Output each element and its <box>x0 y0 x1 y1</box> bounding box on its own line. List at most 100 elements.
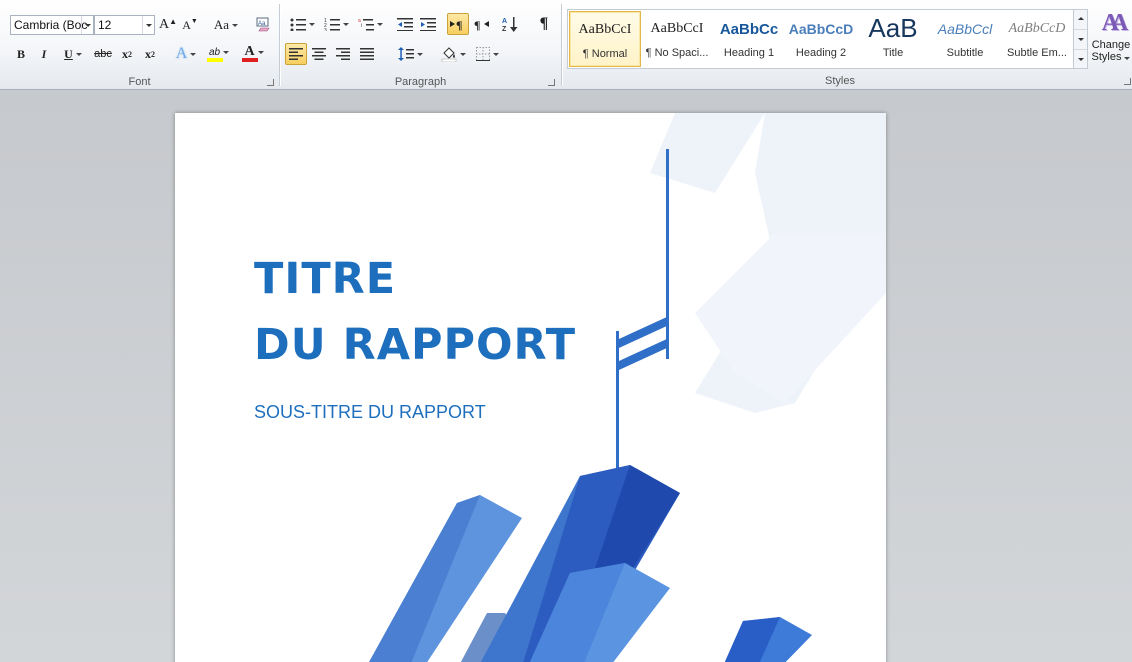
grow-font-icon: A <box>158 17 170 32</box>
style-name: ¶ Normal <box>582 48 628 60</box>
strikethrough-button[interactable]: abc <box>91 43 115 65</box>
gallery-scroll-up[interactable] <box>1074 10 1087 30</box>
style-no-spacing[interactable]: AaBbCcI ¶ No Spaci... <box>641 11 713 67</box>
bold-button[interactable]: B <box>11 43 31 65</box>
style-preview: AaBbCcI <box>578 22 632 37</box>
style-preview: AaBbCcl <box>937 21 993 37</box>
rtl-direction-button[interactable]: ¶ <box>470 13 492 35</box>
chevron-down-icon[interactable] <box>142 16 154 34</box>
style-title[interactable]: AaB Title <box>857 11 929 67</box>
change-styles-button[interactable]: AA Change Styles <box>1090 8 1132 72</box>
decrease-indent-button[interactable] <box>394 13 416 35</box>
svg-text:3: 3 <box>324 28 327 31</box>
font-size-value: 12 <box>98 18 112 32</box>
font-family-combo[interactable]: Cambria (Boc <box>10 15 94 35</box>
style-normal[interactable]: AaBbCcI ¶ Normal <box>569 11 641 67</box>
highlight-button[interactable]: ab <box>203 43 235 65</box>
cover-graphic <box>369 113 886 662</box>
change-styles-icon: AA <box>1101 10 1129 36</box>
line-spacing-button[interactable] <box>395 43 425 65</box>
change-case-icon: Aa <box>213 17 230 32</box>
styles-dialog-launcher[interactable] <box>1124 78 1131 85</box>
justify-icon <box>360 48 374 60</box>
style-preview: AaBbCcD <box>788 21 854 37</box>
highlight-icon: ab <box>208 46 221 58</box>
document-title-line1[interactable]: TITRE <box>254 254 396 304</box>
svg-text:¶: ¶ <box>456 18 462 31</box>
document-title-line2[interactable]: DU RAPPORT <box>254 320 576 370</box>
subscript-button[interactable]: x2 <box>117 43 137 65</box>
svg-text:A: A <box>502 18 507 25</box>
multilevel-list-button[interactable]: a i <box>354 13 386 35</box>
paragraph-dialog-launcher[interactable] <box>548 79 555 86</box>
bullets-button[interactable] <box>286 13 318 35</box>
font-family-value: Cambria (Boc <box>14 18 88 32</box>
align-right-icon <box>336 48 350 60</box>
italic-button[interactable]: I <box>34 43 54 65</box>
style-subtitle[interactable]: AaBbCcl Subtitle <box>929 11 1001 67</box>
style-heading-1[interactable]: AaBbCc Heading 1 <box>713 11 785 67</box>
borders-button[interactable] <box>471 43 503 65</box>
change-styles-label: Change <box>1091 39 1131 51</box>
bold-icon: B <box>16 46 25 61</box>
font-group-label: Font <box>128 76 151 88</box>
shrink-font-icon: A <box>182 17 191 32</box>
style-subtle-emphasis[interactable]: AaBbCcD Subtle Em... <box>1001 11 1073 67</box>
sort-button[interactable]: A Z <box>499 13 521 35</box>
shading-button[interactable] <box>437 43 469 65</box>
gallery-scroll-down[interactable] <box>1074 30 1087 50</box>
ribbon-home: Cambria (Boc 12 A ▲ A ▼ Aa Aa B I U abc … <box>0 0 1132 90</box>
shrink-font-button[interactable]: A ▼ <box>180 14 200 36</box>
svg-text:Z: Z <box>502 26 507 32</box>
styles-group-label: Styles <box>825 75 855 87</box>
numbering-icon: 1 2 3 <box>324 18 340 31</box>
svg-text:i: i <box>361 23 362 29</box>
highlight-color-swatch <box>207 57 223 62</box>
font-group: Cambria (Boc 12 A ▲ A ▼ Aa Aa B I U abc … <box>0 0 279 90</box>
font-color-button[interactable]: A <box>238 43 270 65</box>
line-spacing-icon <box>397 47 414 61</box>
strikethrough-icon: abc <box>94 48 112 60</box>
paragraph-group-label: Paragraph <box>394 76 447 88</box>
align-center-button[interactable] <box>308 43 330 65</box>
chevron-down-icon[interactable] <box>81 16 93 34</box>
styles-gallery-scroll[interactable] <box>1073 9 1088 69</box>
show-formatting-button[interactable]: ¶ <box>533 13 555 35</box>
multilevel-list-icon: a i <box>358 18 374 31</box>
style-preview: AaBbCcD <box>1008 21 1066 36</box>
style-name: Subtitle <box>946 47 984 59</box>
style-preview: AaBbCc <box>719 21 779 38</box>
gallery-more[interactable] <box>1074 50 1087 70</box>
borders-icon <box>475 47 490 61</box>
font-color-swatch <box>242 58 258 62</box>
style-name: Heading 1 <box>723 47 775 59</box>
align-left-button[interactable] <box>285 43 307 65</box>
document-page[interactable]: TITRE DU RAPPORT SOUS-TITRE DU RAPPORT <box>175 113 886 662</box>
clear-formatting-icon: Aa <box>256 17 270 32</box>
text-effects-button[interactable]: A <box>172 43 200 65</box>
document-subtitle[interactable]: SOUS-TITRE DU RAPPORT <box>254 402 486 423</box>
grow-font-button[interactable]: A ▲ <box>158 14 178 36</box>
font-dialog-launcher[interactable] <box>267 79 274 86</box>
align-right-button[interactable] <box>332 43 354 65</box>
increase-indent-button[interactable] <box>417 13 439 35</box>
underline-button[interactable]: U <box>57 43 89 65</box>
superscript-mark: 2 <box>151 49 155 59</box>
clear-formatting-button[interactable]: Aa <box>253 13 273 35</box>
align-center-icon <box>312 48 326 60</box>
italic-icon: I <box>41 46 47 61</box>
document-workspace: TITRE DU RAPPORT SOUS-TITRE DU RAPPORT <box>0 90 1132 662</box>
svg-text:¶: ¶ <box>474 18 480 31</box>
group-separator <box>561 4 562 86</box>
style-heading-2[interactable]: AaBbCcD Heading 2 <box>785 11 857 67</box>
change-case-button[interactable]: Aa <box>212 14 240 36</box>
justify-button[interactable] <box>356 43 378 65</box>
bullets-icon <box>290 18 306 31</box>
svg-text:Aa: Aa <box>258 21 266 27</box>
paint-bucket-icon <box>441 47 456 62</box>
sort-az-icon: A Z <box>502 17 518 32</box>
numbering-button[interactable]: 1 2 3 <box>320 13 352 35</box>
superscript-button[interactable]: x2 <box>140 43 160 65</box>
font-size-combo[interactable]: 12 <box>94 15 155 35</box>
ltr-direction-button[interactable]: ¶ <box>447 13 469 35</box>
